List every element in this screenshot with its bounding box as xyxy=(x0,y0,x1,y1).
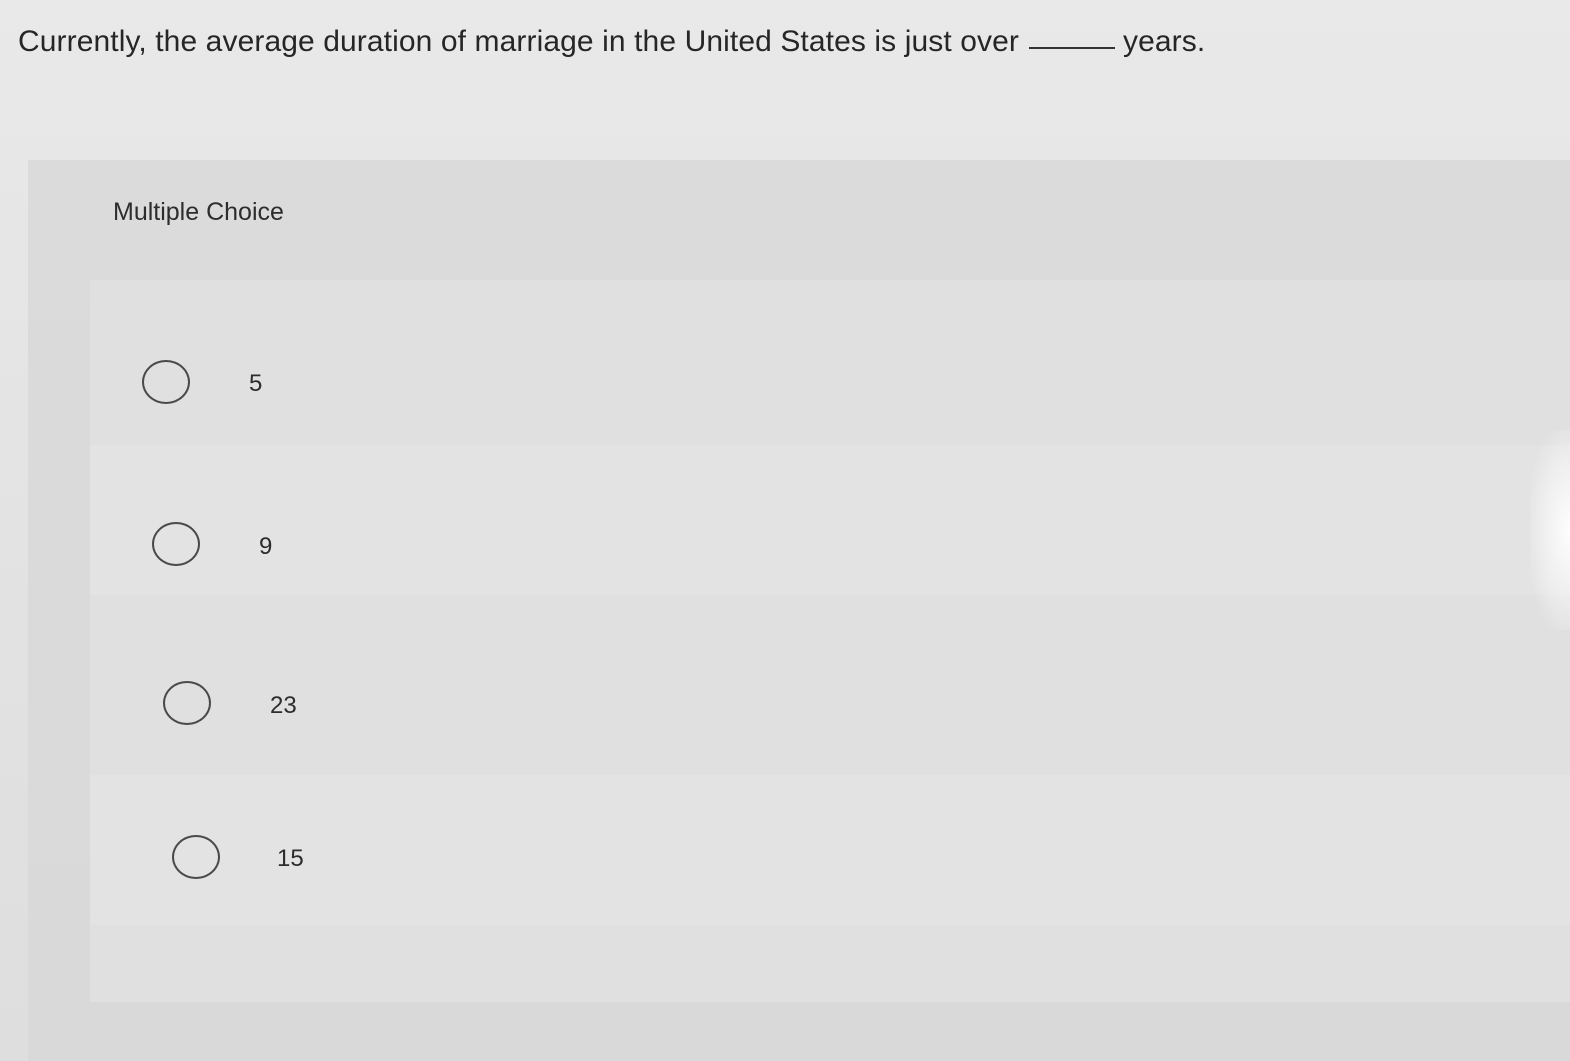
radio-button-option-4[interactable] xyxy=(172,835,220,879)
option-row-3[interactable]: 23 xyxy=(90,610,1570,760)
option-label-4: 15 xyxy=(277,845,304,872)
radio-button-option-1[interactable] xyxy=(142,360,190,404)
radio-button-option-2[interactable] xyxy=(152,522,200,566)
question-text-after: years. xyxy=(1122,25,1206,58)
option-label-2: 9 xyxy=(259,533,273,560)
option-row-4[interactable]: 15 xyxy=(90,775,1570,925)
screen-glare xyxy=(1530,430,1570,630)
option-label-1: 5 xyxy=(249,370,263,397)
option-row-2[interactable]: 9 xyxy=(90,445,1570,595)
radio-button-option-3[interactable] xyxy=(163,681,211,725)
multiple-choice-heading: Multiple Choice xyxy=(113,198,284,226)
answer-blank xyxy=(1028,47,1115,49)
question-text-before: Currently, the average duration of marri… xyxy=(18,25,1019,58)
option-row-1[interactable]: 5 xyxy=(90,280,1570,430)
options-list: 5 9 23 15 xyxy=(90,280,1570,1002)
option-label-3: 23 xyxy=(270,692,297,719)
multiple-choice-panel: Multiple Choice 5 9 23 15 xyxy=(28,160,1570,1061)
question-text: Currently, the average duration of marri… xyxy=(18,22,1205,62)
